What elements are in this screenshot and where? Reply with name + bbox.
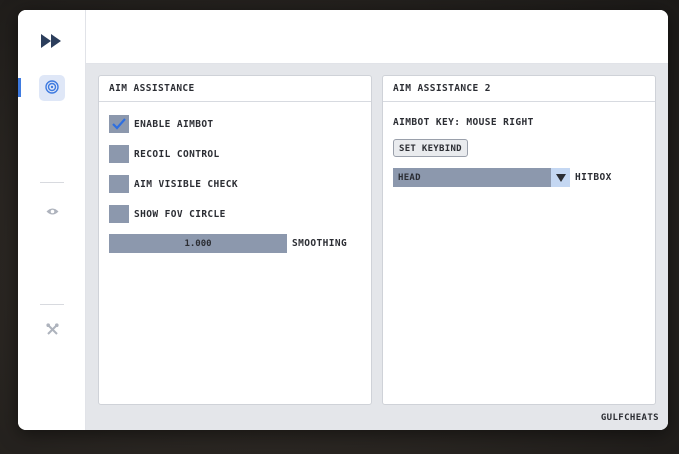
cheat-menu-window: AIM ASSISTANCE ENABLE AIMBOT RECOIL CONT… bbox=[18, 10, 668, 430]
sidebar-item-visuals[interactable] bbox=[39, 197, 65, 223]
panel-title: AIM ASSISTANCE bbox=[99, 76, 371, 102]
smoothing-row: 1.000 SMOOTHING bbox=[109, 234, 347, 253]
sidebar-item-misc[interactable] bbox=[39, 317, 65, 343]
aim-visible-check-row[interactable]: AIM VISIBLE CHECK bbox=[109, 175, 238, 193]
sidebar-item-aim[interactable] bbox=[39, 75, 65, 101]
eye-icon bbox=[46, 201, 59, 220]
content-area: AIM ASSISTANCE ENABLE AIMBOT RECOIL CONT… bbox=[86, 64, 668, 430]
chevron-down-icon[interactable] bbox=[551, 168, 570, 187]
set-keybind-button[interactable]: SET KEYBIND bbox=[393, 139, 468, 157]
enable-aimbot-label: ENABLE AIMBOT bbox=[134, 118, 214, 130]
panel-title: AIM ASSISTANCE 2 bbox=[383, 76, 655, 102]
enable-aimbot-row[interactable]: ENABLE AIMBOT bbox=[109, 115, 214, 133]
hitbox-dropdown[interactable]: HEAD bbox=[393, 168, 570, 187]
active-tab-indicator bbox=[18, 78, 21, 97]
smoothing-value: 1.000 bbox=[184, 238, 212, 249]
tools-icon bbox=[45, 321, 59, 340]
aim-visible-check-checkbox[interactable] bbox=[109, 175, 129, 193]
recoil-control-label: RECOIL CONTROL bbox=[134, 148, 220, 160]
target-icon bbox=[45, 79, 59, 98]
show-fov-circle-checkbox[interactable] bbox=[109, 205, 129, 223]
sidebar bbox=[18, 10, 86, 430]
hitbox-label: HITBOX bbox=[575, 172, 612, 183]
fast-forward-icon bbox=[40, 31, 64, 51]
smoothing-label: SMOOTHING bbox=[292, 238, 348, 249]
show-fov-circle-label: SHOW FOV CIRCLE bbox=[134, 208, 226, 220]
brand-footer: GULFCHEATS bbox=[600, 413, 659, 423]
sidebar-divider bbox=[40, 182, 64, 183]
sidebar-divider bbox=[40, 304, 64, 305]
recoil-control-checkbox[interactable] bbox=[109, 145, 129, 163]
panel-aim-assistance: AIM ASSISTANCE ENABLE AIMBOT RECOIL CONT… bbox=[98, 75, 372, 405]
hitbox-selected-value: HEAD bbox=[398, 173, 421, 183]
recoil-control-row[interactable]: RECOIL CONTROL bbox=[109, 145, 220, 163]
panel-aim-assistance-2: AIM ASSISTANCE 2 AIMBOT KEY: MOUSE RIGHT… bbox=[382, 75, 656, 405]
smoothing-slider[interactable]: 1.000 bbox=[109, 234, 287, 253]
show-fov-circle-row[interactable]: SHOW FOV CIRCLE bbox=[109, 205, 226, 223]
enable-aimbot-checkbox[interactable] bbox=[109, 115, 129, 133]
aim-visible-check-label: AIM VISIBLE CHECK bbox=[134, 178, 239, 190]
aimbot-key-text: AIMBOT KEY: MOUSE RIGHT bbox=[393, 117, 534, 128]
top-bar bbox=[86, 10, 668, 64]
hitbox-row: HEAD HITBOX bbox=[393, 168, 612, 187]
